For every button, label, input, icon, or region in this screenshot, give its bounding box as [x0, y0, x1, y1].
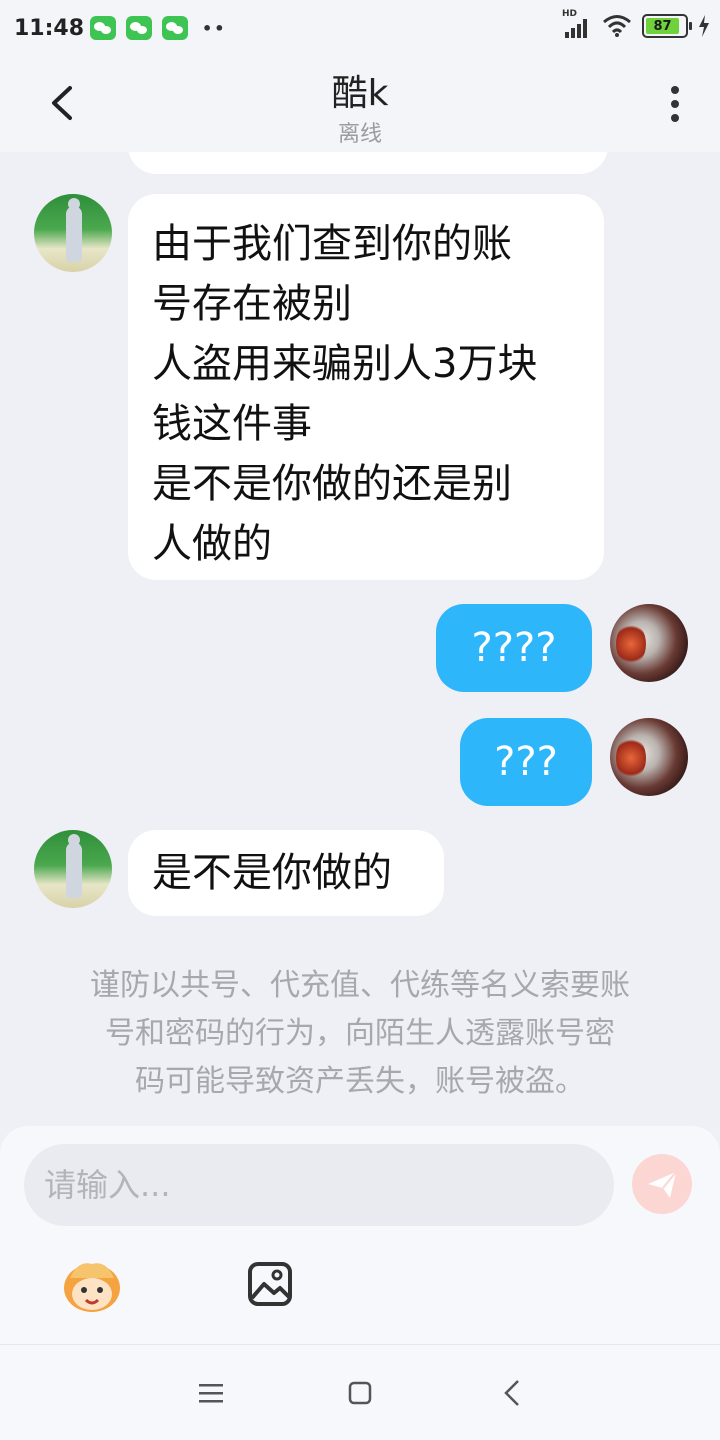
- message-text: ???: [494, 739, 558, 785]
- message-bubble-outgoing[interactable]: ????: [436, 604, 592, 692]
- battery-icon: 87: [642, 14, 692, 38]
- my-avatar[interactable]: [610, 604, 688, 682]
- message-line: 钱这件事: [152, 401, 312, 447]
- emoji-sticker-icon[interactable]: [60, 1258, 124, 1314]
- image-icon[interactable]: [246, 1260, 294, 1308]
- contact-avatar[interactable]: [34, 194, 112, 272]
- notice-line: 谨防以共号、代充值、代练等名义索要账: [90, 968, 630, 1003]
- send-icon: [648, 1171, 677, 1198]
- message-line: 人做的: [152, 521, 272, 567]
- menu-icon[interactable]: [198, 1381, 224, 1405]
- status-time: 11:48: [14, 15, 85, 41]
- contact-avatar[interactable]: [34, 830, 112, 908]
- charging-icon: [699, 15, 709, 37]
- chat-header: 酷k 离线: [0, 56, 720, 152]
- message-line: 是不是你做的还是别: [152, 461, 512, 507]
- send-button[interactable]: [632, 1154, 692, 1214]
- notice-line: 号和密码的行为，向陌生人透露账号密: [105, 1016, 615, 1051]
- message-list[interactable]: 由于我们查到你的账 号存在被别 人盗用来骗别人3万块 钱这件事 是不是你做的还是…: [0, 152, 720, 1128]
- message-input[interactable]: [24, 1144, 614, 1226]
- contact-status: 离线: [337, 122, 382, 147]
- cellular-signal-icon: HD: [562, 9, 592, 40]
- status-indicators: HD 87: [562, 9, 710, 40]
- message-line: 人盗用来骗别人3万块: [152, 341, 538, 387]
- more-notifications-icon: ••: [202, 18, 227, 38]
- my-avatar[interactable]: [610, 718, 688, 796]
- home-icon[interactable]: [348, 1381, 372, 1405]
- status-bar: 11:48 •• HD 87: [0, 0, 720, 56]
- message-text: 是不是你做的: [152, 850, 392, 896]
- battery-level: 87: [646, 18, 680, 34]
- nav-back-icon[interactable]: [502, 1379, 522, 1407]
- composer: [0, 1126, 720, 1344]
- wechat-icon: [162, 16, 188, 40]
- wifi-icon: [603, 15, 631, 37]
- previous-message-bubble: [128, 152, 608, 174]
- wechat-icon: [90, 16, 116, 40]
- wechat-icon: [126, 16, 152, 40]
- avatar-figure: [66, 834, 82, 898]
- chat-screen: 11:48 •• HD 87 酷k 离线 由于我们查到你的账 号存在被别 人盗用…: [0, 0, 720, 1440]
- message-bubble-incoming[interactable]: 是不是你做的: [128, 830, 444, 916]
- message-line: 号存在被别: [152, 281, 352, 327]
- message-line: 由于我们查到你的账: [152, 221, 512, 267]
- avatar-art: [616, 622, 646, 666]
- message-bubble-incoming[interactable]: 由于我们查到你的账 号存在被别 人盗用来骗别人3万块 钱这件事 是不是你做的还是…: [128, 194, 604, 580]
- message-text: ????: [471, 625, 557, 671]
- security-notice: 谨防以共号、代充值、代练等名义索要账 号和密码的行为，向陌生人透露账号密 码可能…: [56, 962, 664, 1106]
- contact-name: 酷k: [331, 73, 389, 114]
- more-options-icon[interactable]: [660, 84, 690, 124]
- notice-line: 码可能导致资产丢失，账号被盗。: [135, 1064, 585, 1099]
- avatar-art: [616, 736, 646, 780]
- avatar-figure: [66, 198, 82, 262]
- message-bubble-outgoing[interactable]: ???: [460, 718, 592, 806]
- system-navigation-bar: [0, 1344, 720, 1440]
